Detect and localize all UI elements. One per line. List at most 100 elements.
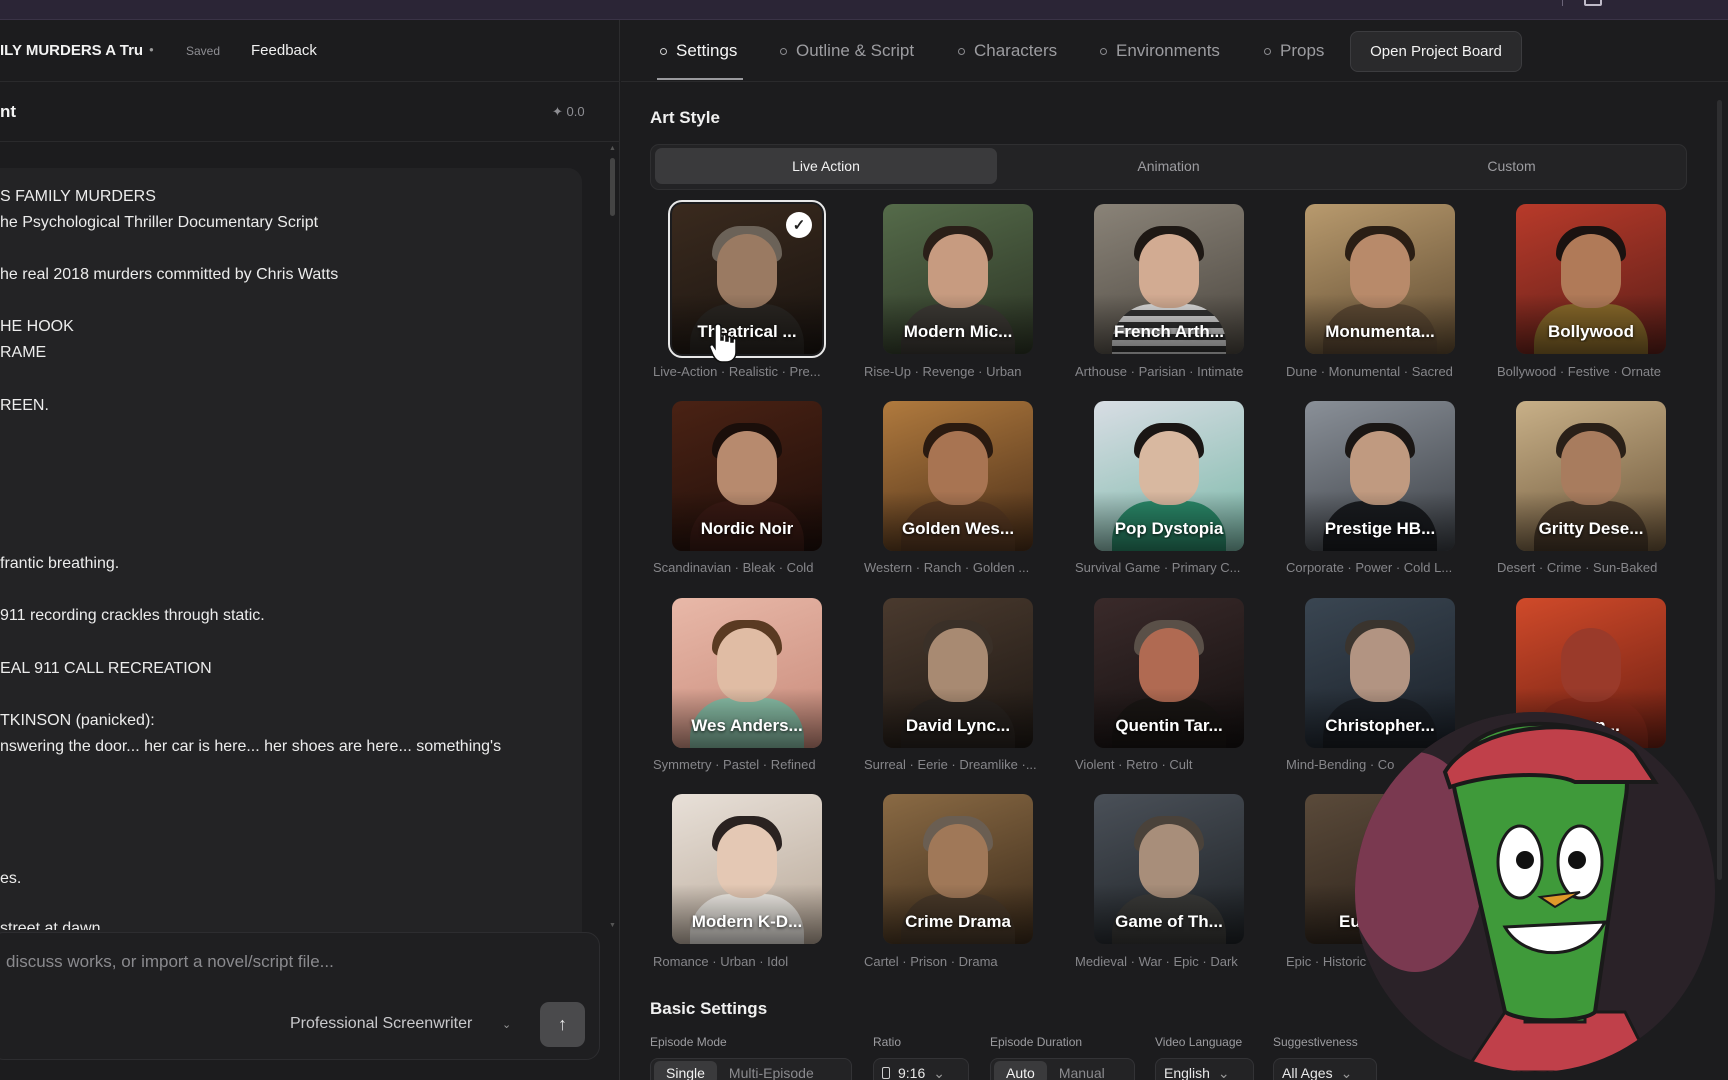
cartoon-character-icon — [1355, 712, 1715, 1072]
episode-duration-control: Auto Manual — [990, 1058, 1135, 1080]
tab-props[interactable]: Props — [1264, 41, 1324, 61]
style-card-golden-western[interactable]: Golden Wes... — [883, 401, 1033, 551]
style-card-game-of-thrones[interactable]: Game of Th... — [1094, 794, 1244, 944]
script-line: nswering the door... her car is here... … — [0, 738, 502, 755]
chat-input[interactable]: discuss works, or import a novel/script … — [6, 952, 334, 972]
style-card-name: Golden Wes... — [901, 519, 1015, 538]
document-title: nt — [0, 102, 17, 121]
hand-cursor-icon — [709, 323, 737, 363]
script-line: TKINSON (panicked): — [0, 712, 155, 729]
video-language-label: Video Language — [1155, 1035, 1243, 1049]
tab-label: Outline & Script — [796, 41, 915, 60]
style-card-bollywood[interactable]: Bollywood — [1516, 204, 1666, 354]
style-card-gritty-desert[interactable]: Gritty Dese... — [1516, 401, 1666, 551]
segment-animation[interactable]: Animation — [997, 148, 1340, 184]
style-card-tags: Cartel · Prison · Drama — [864, 954, 998, 969]
style-card-wes-anderson[interactable]: Wes Anders... — [672, 598, 822, 748]
scroll-down-icon[interactable]: ▼ — [609, 922, 616, 929]
script-line: S FAMILY MURDERS — [0, 188, 156, 205]
script-scrollbar-thumb[interactable] — [610, 158, 615, 216]
active-tab-indicator — [657, 78, 743, 80]
style-card-nordic-noir[interactable]: Nordic Noir — [672, 401, 822, 551]
episode-mode-single[interactable]: Single — [654, 1061, 717, 1080]
basic-settings-title: Basic Settings — [650, 999, 768, 1018]
style-card-tags: Survival Game · Primary C... — [1075, 560, 1241, 575]
persona-selector[interactable]: Professional Screenwriter — [290, 1015, 472, 1033]
script-line: 911 recording crackles through static. — [0, 607, 265, 624]
tab-label: Props — [1280, 41, 1325, 60]
tab-dot-icon — [958, 47, 965, 55]
open-project-board-button[interactable]: Open Project Board — [1350, 31, 1522, 72]
style-card-monumental[interactable]: Monumenta... — [1305, 204, 1455, 354]
style-card-name: Pop Dystopia — [1114, 519, 1224, 538]
tab-dot-icon — [780, 47, 787, 55]
style-card-david-lynch[interactable]: David Lync... — [883, 598, 1033, 748]
suggestiveness-select[interactable]: All Ages ⌄ — [1273, 1058, 1377, 1080]
script-line: he real 2018 murders committed by Chris … — [0, 266, 339, 283]
style-card-name: French Arth... — [1114, 322, 1224, 341]
style-card-name: Theatrical ... — [697, 322, 797, 341]
window-icon[interactable] — [1584, 0, 1602, 6]
credits-counter: ✦ 0.0 — [552, 104, 585, 119]
tab-dot-icon — [1100, 47, 1107, 55]
arrow-up-icon: ↑ — [558, 1014, 567, 1034]
send-button[interactable]: ↑ — [540, 1002, 585, 1047]
style-card-tags: Desert · Crime · Sun-Baked — [1497, 560, 1658, 575]
chevron-down-icon: ⌄ — [1340, 1064, 1353, 1080]
style-card-modern-mic[interactable]: Modern Mic... — [883, 204, 1033, 354]
style-card-modern-kdrama[interactable]: Modern K-D... — [672, 794, 822, 944]
tab-label: Environments — [1116, 41, 1220, 60]
chevron-down-icon[interactable]: ⌄ — [502, 1018, 511, 1031]
style-card-tags: Romance · Urban · Idol — [653, 954, 789, 969]
tab-settings[interactable]: Settings — [660, 41, 737, 61]
suggestiveness-label: Suggestiveness — [1273, 1035, 1358, 1049]
segment-custom[interactable]: Custom — [1340, 148, 1683, 184]
tab-environments[interactable]: Environments — [1100, 41, 1220, 61]
style-card-tags: Scandinavian · Bleak · Cold — [653, 560, 814, 575]
style-card-tags: Symmetry · Pastel · Refined — [653, 757, 816, 772]
style-card-tags: Medieval · War · Epic · Dark — [1075, 954, 1238, 969]
project-menu-chevron-icon[interactable]: ● — [149, 45, 154, 54]
style-card-pop-dystopia[interactable]: Pop Dystopia — [1094, 401, 1244, 551]
chevron-down-icon: ⌄ — [933, 1064, 945, 1080]
script-line: REEN. — [0, 397, 49, 414]
segment-live-action[interactable]: Live Action — [655, 148, 997, 184]
scroll-up-icon[interactable]: ▲ — [609, 145, 616, 152]
episode-mode-control: Single Multi-Episode — [650, 1058, 852, 1080]
chevron-down-icon: ⌄ — [1217, 1064, 1230, 1080]
style-card-tags: Violent · Retro · Cult — [1075, 757, 1193, 772]
style-card-name: Modern Mic... — [903, 322, 1013, 341]
tab-label: Settings — [676, 41, 738, 60]
episode-mode-multi[interactable]: Multi-Episode — [717, 1061, 826, 1080]
style-card-quentin-tarantino[interactable]: Quentin Tar... — [1094, 598, 1244, 748]
style-card-crime-drama[interactable]: Crime Drama — [883, 794, 1033, 944]
ratio-label: Ratio — [873, 1035, 902, 1049]
script-line: EAL 911 CALL RECREATION — [0, 660, 212, 677]
duration-manual[interactable]: Manual — [1047, 1061, 1117, 1080]
style-card-name: Christopher... — [1325, 716, 1435, 735]
style-card-name: Gritty Dese... — [1538, 519, 1644, 538]
style-card-christopher-nolan[interactable]: Christopher... — [1305, 598, 1455, 748]
ratio-select[interactable]: 9:16 ⌄ — [873, 1058, 969, 1080]
style-card-name: Crime Drama — [905, 912, 1011, 931]
settings-scrollbar[interactable] — [1717, 100, 1722, 880]
style-card-french-arthouse[interactable]: French Arth... — [1094, 204, 1244, 354]
tab-outline-script[interactable]: Outline & Script — [780, 41, 914, 61]
document-header — [0, 82, 620, 142]
project-title[interactable]: ILY MURDERS A Tru — [0, 42, 143, 59]
style-card-name: Monumenta... — [1325, 322, 1435, 341]
ratio-value: 9:16 — [898, 1065, 926, 1080]
style-card-tags: Live-Action · Realistic · Pre... — [653, 364, 821, 379]
title-bar-divider — [1562, 0, 1563, 6]
style-card-name: David Lync... — [905, 716, 1011, 735]
style-card-tags: Arthouse · Parisian · Intimate — [1075, 364, 1244, 379]
script-line: RAME — [0, 344, 47, 361]
video-language-value: English — [1164, 1065, 1210, 1080]
feedback-link[interactable]: Feedback — [251, 42, 317, 59]
style-card-prestige-hbo[interactable]: Prestige HB... — [1305, 401, 1455, 551]
script-line: HE HOOK — [0, 318, 74, 335]
duration-auto[interactable]: Auto — [994, 1061, 1047, 1080]
suggestiveness-value: All Ages — [1282, 1065, 1333, 1080]
tab-characters[interactable]: Characters — [958, 41, 1057, 61]
video-language-select[interactable]: English ⌄ — [1155, 1058, 1254, 1080]
